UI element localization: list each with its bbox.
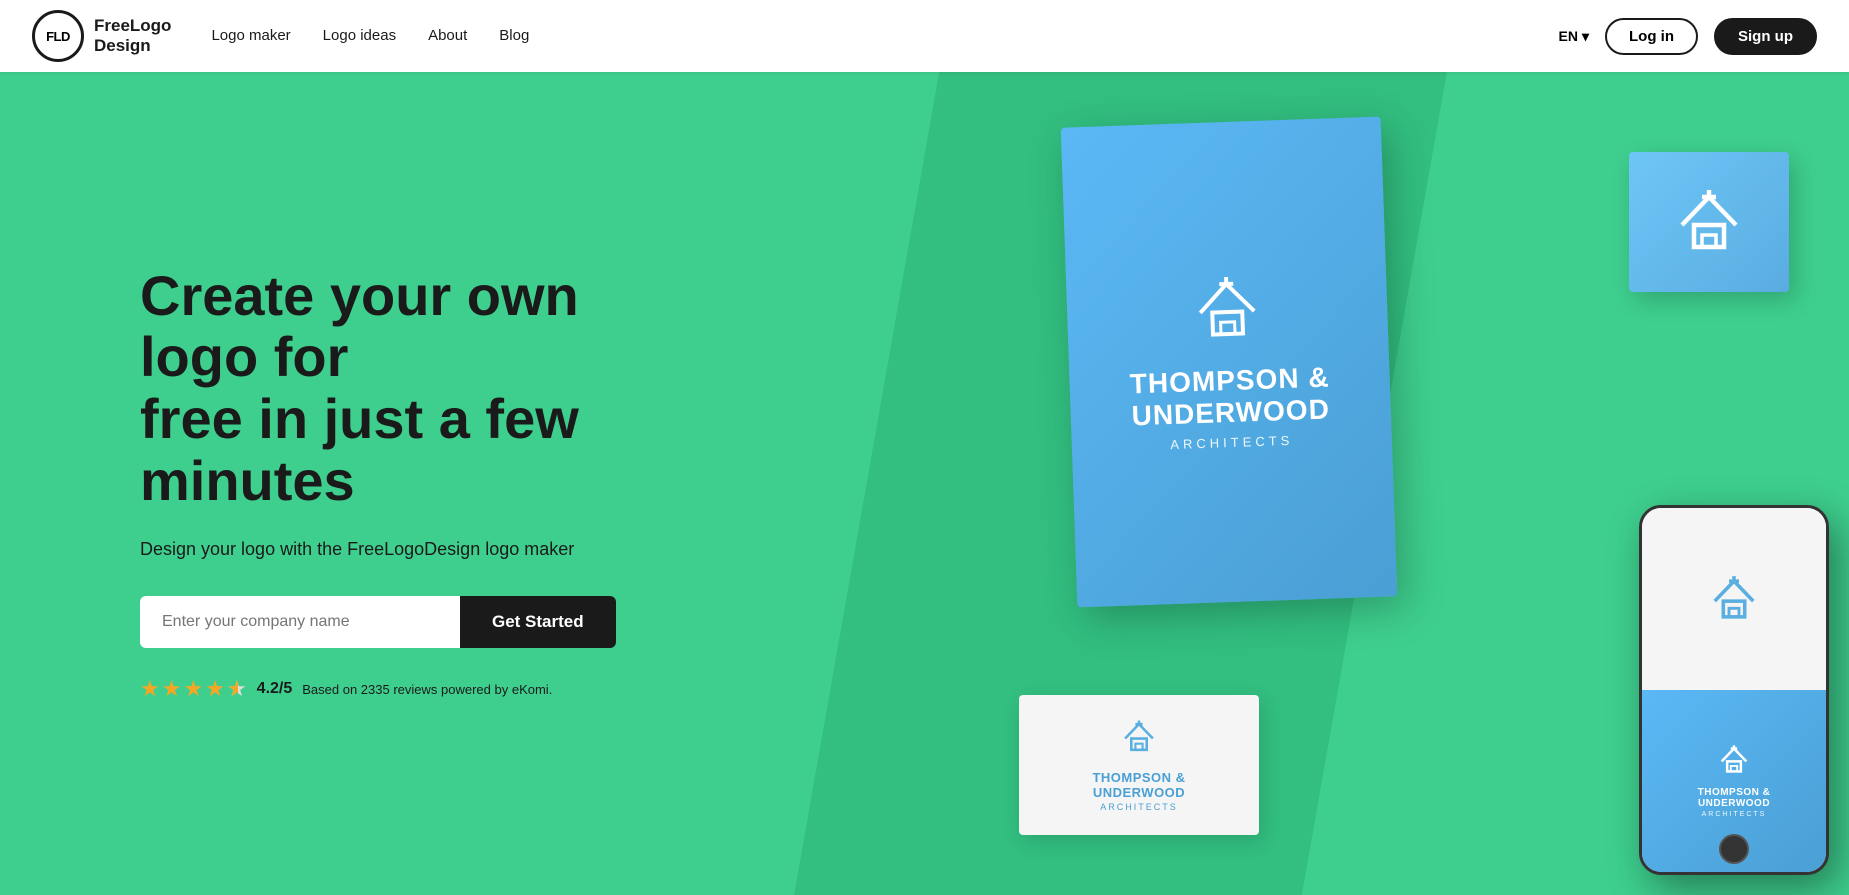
nav-item-logo-maker[interactable]: Logo maker bbox=[211, 27, 290, 45]
login-button[interactable]: Log in bbox=[1605, 18, 1698, 55]
hero-subtitle: Design your logo with the FreeLogoDesign… bbox=[140, 539, 700, 560]
navbar: FLD FreeLogo Design Logo maker Logo idea… bbox=[0, 0, 1849, 72]
nav-item-logo-ideas[interactable]: Logo ideas bbox=[323, 27, 396, 45]
star-rating: ★ ★ ★ ★ ★ ★ bbox=[140, 676, 247, 702]
rating-section: ★ ★ ★ ★ ★ ★ 4.2/5 Based on 2335 reviews … bbox=[140, 676, 700, 702]
phone-mockup: THOMPSON & UNDERWOOD ARCHITECTS bbox=[1639, 505, 1829, 875]
white-business-card: THOMPSON & UNDERWOOD ARCHITECTS bbox=[1019, 695, 1259, 835]
signup-button[interactable]: Sign up bbox=[1714, 18, 1817, 55]
phone-bottom-icon bbox=[1718, 744, 1750, 781]
star-4: ★ bbox=[205, 676, 225, 702]
small-card bbox=[1629, 152, 1789, 292]
phone-home-button bbox=[1719, 834, 1749, 864]
house-icon bbox=[1191, 273, 1264, 350]
card-main-brand: THOMPSON & UNDERWOOD ARCHITECTS bbox=[1129, 362, 1332, 454]
language-selector[interactable]: EN ▾ bbox=[1559, 28, 1589, 45]
nav-item-blog[interactable]: Blog bbox=[499, 27, 529, 45]
logo-text: FreeLogo Design bbox=[94, 16, 171, 57]
nav-actions: EN ▾ Log in Sign up bbox=[1559, 18, 1817, 55]
star-2: ★ bbox=[162, 676, 182, 702]
get-started-button[interactable]: Get Started bbox=[460, 596, 616, 648]
hero-mockups: THOMPSON & UNDERWOOD ARCHITECTS bbox=[949, 72, 1849, 895]
chevron-down-icon: ▾ bbox=[1582, 28, 1589, 45]
phone-brand: THOMPSON & UNDERWOOD ARCHITECTS bbox=[1698, 787, 1771, 818]
logo-icon: FLD bbox=[32, 10, 84, 62]
cta-form: Get Started bbox=[140, 596, 700, 648]
hero-content: Create your own logo for free in just a … bbox=[0, 205, 700, 762]
main-business-card: THOMPSON & UNDERWOOD ARCHITECTS bbox=[1061, 117, 1398, 608]
hero-section: Create your own logo for free in just a … bbox=[0, 72, 1849, 895]
company-name-input[interactable] bbox=[140, 596, 460, 648]
rating-text: Based on 2335 reviews powered by eKomi. bbox=[302, 682, 552, 697]
nav-links: Logo maker Logo ideas About Blog bbox=[211, 27, 529, 45]
hero-title: Create your own logo for free in just a … bbox=[140, 265, 700, 511]
star-3: ★ bbox=[183, 676, 203, 702]
brand-line2: UNDERWOOD bbox=[1130, 393, 1331, 432]
white-card-icon bbox=[1121, 719, 1157, 760]
phone-screen: THOMPSON & UNDERWOOD ARCHITECTS bbox=[1642, 508, 1826, 872]
star-1: ★ bbox=[140, 676, 160, 702]
brand-architects: ARCHITECTS bbox=[1132, 431, 1332, 453]
nav-item-about[interactable]: About bbox=[428, 27, 467, 45]
logo[interactable]: FLD FreeLogo Design bbox=[32, 10, 171, 62]
rating-score: 4.2/5 bbox=[257, 680, 293, 698]
phone-screen-top bbox=[1642, 508, 1826, 690]
star-5-half: ★ ★ bbox=[227, 676, 247, 702]
white-card-brand: THOMPSON & UNDERWOOD ARCHITECTS bbox=[1092, 770, 1185, 812]
